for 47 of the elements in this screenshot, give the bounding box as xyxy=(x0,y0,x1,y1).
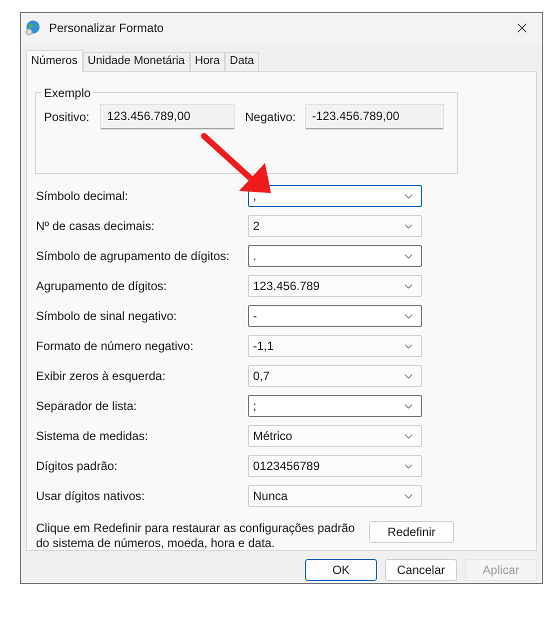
combo-value: 0,7 xyxy=(253,368,271,385)
combo-value: 123.456.789 xyxy=(253,278,321,295)
combo-value: 2 xyxy=(253,218,261,235)
field-label: Negativo: xyxy=(245,109,297,126)
setting-label: Agrupamento de dígitos: xyxy=(35,278,168,295)
globe-icon xyxy=(25,20,41,36)
combo-value: . xyxy=(253,248,258,265)
setting-label: Sistema de medidas: xyxy=(35,428,150,445)
combo-box[interactable]: , xyxy=(248,185,422,207)
combo-value: Nunca xyxy=(253,488,289,505)
tab[interactable]: Data xyxy=(224,52,260,71)
combo-box[interactable]: - xyxy=(248,305,422,327)
window-title: Personalizar Formato xyxy=(49,20,164,37)
combo-value: -1,1 xyxy=(253,338,275,355)
combo-value: 0123456789 xyxy=(253,458,321,475)
positive-example-field: 123.456.789,00 xyxy=(101,105,234,129)
combo-box[interactable]: 0,7 xyxy=(248,365,422,387)
combo-box[interactable]: ; xyxy=(248,395,422,417)
combo-box[interactable]: 123.456.789 xyxy=(248,275,422,297)
setting-label: Formato de número negativo: xyxy=(35,338,194,355)
combo-box[interactable]: -1,1 xyxy=(248,335,422,357)
setting-label: Exibir zeros à esquerda: xyxy=(35,368,166,385)
combo-value: Métrico xyxy=(253,428,294,445)
tab[interactable]: Unidade Monetária xyxy=(82,52,190,71)
setting-label: Nº de casas decimais: xyxy=(35,218,156,235)
reset-button[interactable]: Redefinir xyxy=(369,521,454,543)
tab[interactable]: Números xyxy=(26,50,83,72)
setting-label: Símbolo decimal: xyxy=(35,188,130,205)
setting-label: Usar dígitos nativos: xyxy=(35,488,146,505)
combo-box[interactable]: . xyxy=(248,245,422,267)
reset-note: Clique em Redefinir para restaurar as configurações padrão do sistema de números, moeda, hora e data. xyxy=(35,521,356,551)
combo-value: - xyxy=(253,308,258,325)
combo-box[interactable]: Nunca xyxy=(248,485,422,507)
field-label: Positivo: xyxy=(44,109,90,126)
setting-label: Dígitos padrão: xyxy=(35,458,118,475)
tab[interactable]: Hora xyxy=(190,52,225,71)
combo-value: , xyxy=(253,188,258,205)
combo-value: ; xyxy=(253,398,258,415)
dialog-button[interactable]: OK xyxy=(305,559,377,581)
combo-box[interactable]: Métrico xyxy=(248,425,422,447)
dialog-button[interactable]: Cancelar xyxy=(385,559,457,581)
negative-example-field: -123.456.789,00 xyxy=(306,105,443,129)
setting-label: Símbolo de sinal negativo: xyxy=(35,308,178,325)
combo-box[interactable]: 0123456789 xyxy=(248,455,422,477)
setting-label: Separador de lista: xyxy=(35,398,138,415)
setting-label: Símbolo de agrupamento de dígitos: xyxy=(35,248,230,265)
combo-box[interactable]: 2 xyxy=(248,215,422,237)
